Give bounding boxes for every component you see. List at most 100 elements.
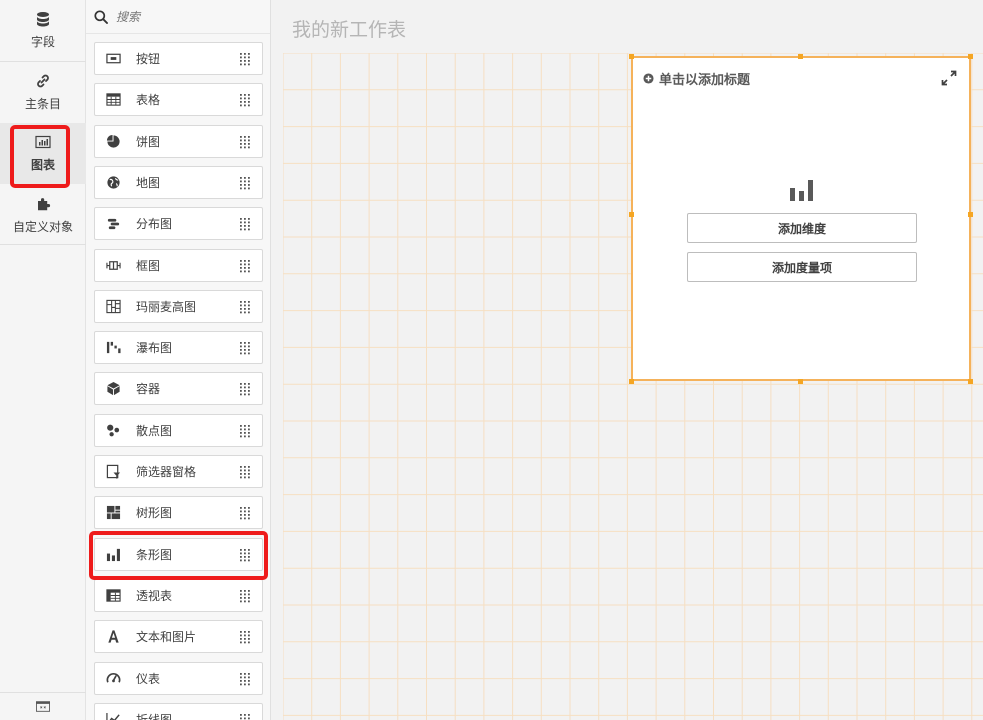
asset-item-label: 仪表 bbox=[136, 671, 161, 686]
asset-item-label: 瀑布图 bbox=[136, 341, 173, 356]
nav-item-charts[interactable]: 图表 bbox=[0, 123, 86, 184]
gauge-icon bbox=[105, 670, 121, 686]
distribution-plot-icon bbox=[105, 216, 121, 232]
resize-handle[interactable] bbox=[798, 54, 803, 59]
nav-label-custom-objects: 自定义对象 bbox=[12, 220, 73, 234]
add-circle-icon bbox=[643, 73, 654, 84]
asset-item-label: 透视表 bbox=[136, 588, 173, 603]
asset-item-pie-chart[interactable]: 饼图 bbox=[94, 124, 263, 158]
mekko-chart-icon bbox=[105, 298, 121, 314]
asset-item-scatter-plot[interactable]: 散点图 bbox=[94, 413, 263, 447]
asset-item-label: 框图 bbox=[136, 258, 161, 273]
nav-bottom-toggle[interactable] bbox=[0, 692, 86, 720]
asset-item-waterfall-chart[interactable]: 瀑布图 bbox=[94, 331, 263, 365]
resize-handle[interactable] bbox=[629, 212, 634, 217]
nav-label-fields: 字段 bbox=[30, 35, 55, 49]
resize-handle[interactable] bbox=[968, 379, 973, 384]
asset-item-pivot-table[interactable]: 透视表 bbox=[94, 578, 263, 612]
drag-handle-icon[interactable] bbox=[240, 383, 250, 396]
drag-handle-icon[interactable] bbox=[240, 507, 250, 520]
asset-item-mekko-chart[interactable]: 玛丽麦高图 bbox=[94, 289, 263, 323]
box-plot-icon bbox=[105, 257, 121, 273]
search-input[interactable] bbox=[116, 9, 256, 24]
chart-icon bbox=[35, 135, 51, 149]
drag-handle-icon[interactable] bbox=[240, 548, 250, 562]
asset-item-label: 折线图 bbox=[136, 712, 173, 720]
nav-item-master-items[interactable]: 主条目 bbox=[0, 62, 86, 123]
asset-item-label: 地图 bbox=[136, 175, 161, 190]
panel-toggle-icon bbox=[36, 701, 50, 712]
drag-handle-icon[interactable] bbox=[240, 300, 250, 314]
asset-item-label: 饼图 bbox=[136, 134, 161, 149]
globe-icon bbox=[105, 174, 121, 190]
asset-item-text-image[interactable]: 文本和图片 bbox=[94, 620, 263, 654]
bar-chart-placeholder[interactable]: 单击以添加标题 添加维度 添加度量项 bbox=[631, 56, 971, 381]
asset-item-label: 文本和图片 bbox=[136, 630, 197, 645]
drag-handle-icon[interactable] bbox=[240, 94, 250, 107]
container-icon bbox=[105, 381, 121, 397]
drag-handle-icon[interactable] bbox=[240, 342, 250, 355]
drag-handle-icon[interactable] bbox=[240, 589, 250, 603]
nav-item-custom-objects[interactable]: 自定义对象 bbox=[0, 185, 86, 246]
resize-handle[interactable] bbox=[798, 379, 803, 384]
chart-title-placeholder[interactable]: 单击以添加标题 bbox=[643, 69, 750, 88]
asset-item-label: 容器 bbox=[136, 382, 161, 397]
resize-handle[interactable] bbox=[968, 212, 973, 217]
asset-item-line-chart[interactable]: 折线图 bbox=[94, 702, 263, 720]
drag-handle-icon[interactable] bbox=[240, 466, 250, 479]
scatter-plot-icon bbox=[105, 422, 121, 438]
nav-divider bbox=[0, 244, 86, 245]
asset-item-treemap[interactable]: 树形图 bbox=[94, 496, 263, 530]
resize-handle[interactable] bbox=[968, 54, 973, 59]
asset-item-container[interactable]: 容器 bbox=[94, 372, 263, 406]
resize-handle[interactable] bbox=[629, 54, 634, 59]
drag-handle-icon[interactable] bbox=[240, 135, 250, 149]
nav-item-fields[interactable]: 字段 bbox=[0, 0, 86, 61]
bar-chart-icon bbox=[790, 180, 813, 201]
expand-icon[interactable] bbox=[941, 70, 957, 86]
asset-item-label: 条形图 bbox=[136, 547, 173, 562]
drag-handle-icon[interactable] bbox=[240, 259, 250, 273]
button-icon bbox=[105, 51, 121, 67]
bar-chart-icon bbox=[105, 546, 121, 562]
add-dimension-button[interactable]: 添加维度 bbox=[687, 213, 917, 243]
sheet-title[interactable]: 我的新工作表 bbox=[292, 15, 406, 42]
table-icon bbox=[105, 92, 121, 108]
pie-chart-icon bbox=[105, 133, 121, 149]
database-icon bbox=[37, 12, 49, 27]
waterfall-chart-icon bbox=[105, 340, 121, 356]
pivot-table-icon bbox=[105, 587, 121, 603]
asset-item-label: 筛选器窗格 bbox=[136, 465, 197, 479]
puzzle-icon bbox=[38, 198, 51, 211]
link-icon bbox=[37, 74, 49, 88]
asset-item-label: 散点图 bbox=[136, 423, 173, 438]
asset-item-table[interactable]: 表格 bbox=[94, 83, 263, 117]
chart-title-text: 单击以添加标题 bbox=[659, 73, 751, 88]
asset-item-distribution-plot[interactable]: 分布图 bbox=[94, 207, 263, 241]
asset-item-button[interactable]: 按钮 bbox=[94, 42, 263, 75]
left-nav: 字段 主条目 图表 自定义对象 bbox=[0, 0, 86, 720]
drag-handle-icon[interactable] bbox=[240, 631, 250, 644]
asset-item-label: 分布图 bbox=[136, 217, 173, 232]
asset-item-box-plot[interactable]: 框图 bbox=[94, 248, 263, 282]
asset-item-label: 树形图 bbox=[136, 506, 173, 521]
drag-handle-icon[interactable] bbox=[240, 672, 250, 686]
add-measure-button[interactable]: 添加度量项 bbox=[687, 252, 917, 282]
asset-item-label: 玛丽麦高图 bbox=[136, 299, 197, 314]
drag-handle-icon[interactable] bbox=[240, 53, 250, 66]
drag-handle-icon[interactable] bbox=[240, 218, 250, 231]
nav-label-master-items: 主条目 bbox=[24, 97, 61, 111]
asset-item-bar-chart[interactable]: 条形图 bbox=[94, 537, 263, 571]
drag-handle-icon[interactable] bbox=[240, 176, 250, 190]
resize-handle[interactable] bbox=[629, 379, 634, 384]
text-image-icon bbox=[105, 629, 121, 645]
asset-item-label: 表格 bbox=[136, 93, 161, 108]
drag-handle-icon[interactable] bbox=[240, 424, 250, 438]
asset-item-gauge[interactable]: 仪表 bbox=[94, 661, 263, 695]
search-bar bbox=[86, 0, 270, 34]
drag-handle-icon[interactable] bbox=[240, 713, 250, 720]
treemap-icon bbox=[105, 505, 121, 521]
asset-item-filter-pane[interactable]: 筛选器窗格 bbox=[94, 455, 263, 488]
assets-panel: 按钮表格饼图地图分布图框图玛丽麦高图瀑布图容器散点图筛选器窗格树形图条形图透视表… bbox=[86, 0, 271, 720]
asset-item-globe[interactable]: 地图 bbox=[94, 165, 263, 199]
